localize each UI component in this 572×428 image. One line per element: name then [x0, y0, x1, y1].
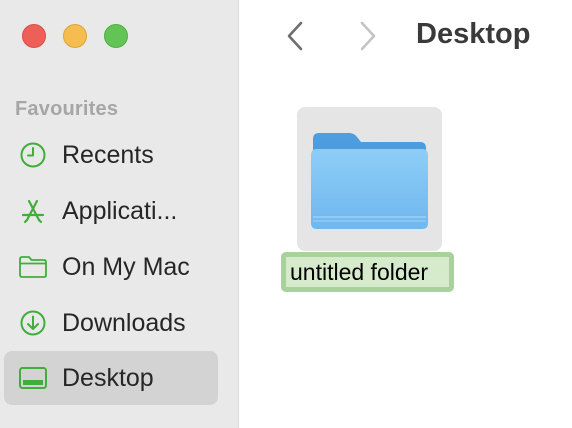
- folder-name-input[interactable]: [286, 257, 449, 287]
- clock-icon: [18, 140, 48, 170]
- chevron-left-icon: [287, 21, 303, 51]
- sidebar-item-downloads[interactable]: Downloads: [4, 296, 218, 350]
- back-button[interactable]: [281, 19, 309, 53]
- folder-outline-icon: [18, 252, 48, 282]
- zoom-window-button[interactable]: [104, 24, 128, 48]
- forward-button[interactable]: [354, 19, 382, 53]
- sidebar-item-label: Desktop: [62, 363, 154, 392]
- desktop-icon: [18, 363, 48, 393]
- minimize-window-button[interactable]: [63, 24, 87, 48]
- finder-window: Favourites Recents Applicati... On My Ma…: [0, 0, 572, 428]
- sidebar-section-favourites: Favourites: [15, 98, 119, 120]
- chevron-right-icon: [360, 21, 376, 51]
- sidebar-item-recents[interactable]: Recents: [4, 128, 218, 182]
- window-controls: [22, 24, 128, 48]
- folder-icon: [309, 131, 430, 237]
- window-title: Desktop: [416, 18, 531, 50]
- download-circle-icon: [18, 308, 48, 338]
- folder-rename-field-wrapper: [281, 252, 454, 292]
- close-window-button[interactable]: [22, 24, 46, 48]
- sidebar-item-label: Applicati...: [62, 196, 178, 225]
- sidebar-item-label: Downloads: [62, 308, 186, 337]
- folder-item[interactable]: [297, 107, 442, 251]
- sidebar-item-label: Recents: [62, 140, 154, 169]
- sidebar-item-on-my-mac[interactable]: On My Mac: [4, 240, 218, 294]
- applications-icon: [18, 196, 48, 226]
- sidebar-item-desktop[interactable]: Desktop: [4, 351, 218, 405]
- sidebar-item-label: On My Mac: [62, 252, 190, 281]
- sidebar-item-applications[interactable]: Applicati...: [4, 184, 218, 238]
- sidebar: Favourites Recents Applicati... On My Ma…: [0, 0, 239, 428]
- main-pane: Desktop: [239, 0, 572, 428]
